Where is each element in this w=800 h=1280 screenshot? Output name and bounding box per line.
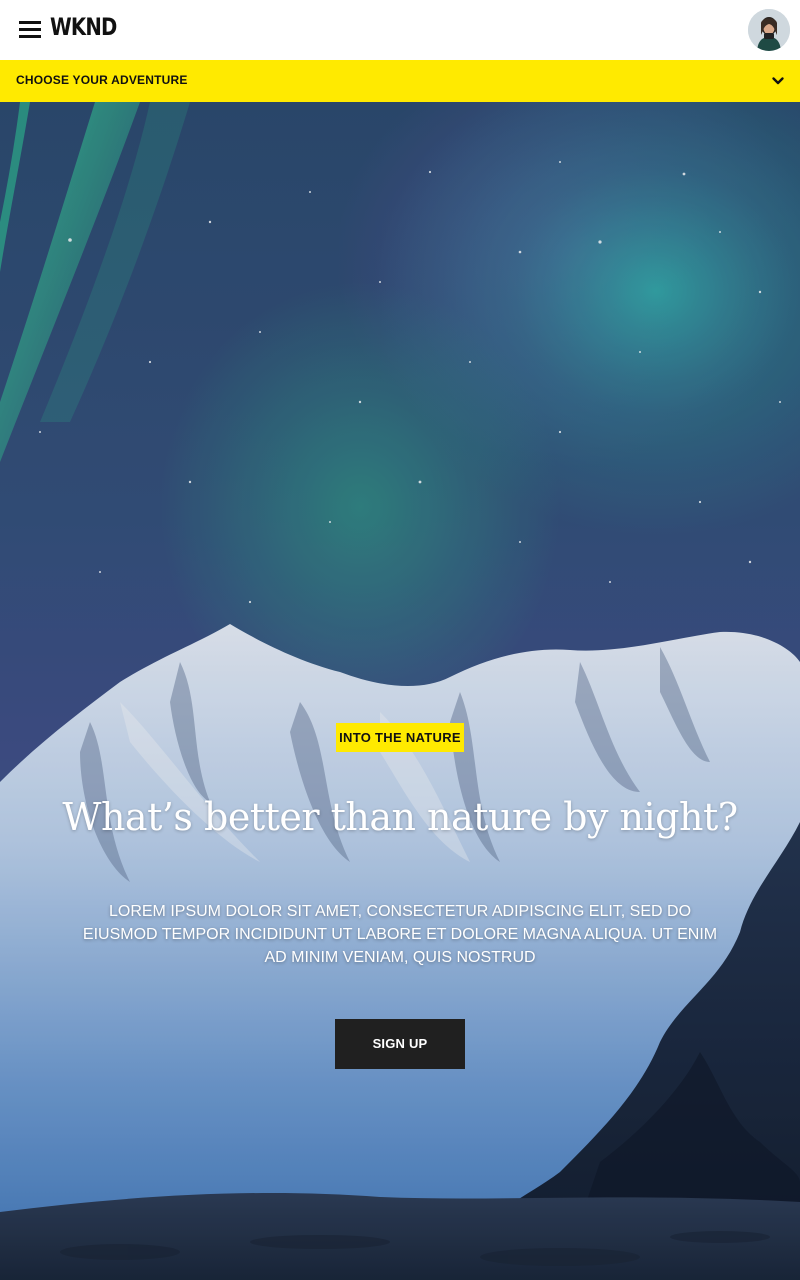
- hero-description: Lorem ipsum dolor sit amet, consectetur …: [82, 903, 718, 966]
- hamburger-menu-icon[interactable]: [18, 18, 42, 42]
- user-avatar[interactable]: [748, 9, 790, 51]
- wknd-logo[interactable]: WKND: [50, 13, 117, 41]
- chevron-down-icon: [772, 77, 784, 85]
- site-header: WKND: [0, 0, 800, 60]
- adventure-dropdown-label: CHOOSE YOUR ADVENTURE: [16, 73, 188, 87]
- avatar-person-icon: [748, 9, 790, 51]
- sign-up-button[interactable]: SIGN UP: [335, 1019, 465, 1069]
- hero-content: INTO THE NATURE What’s better than natur…: [0, 102, 800, 1280]
- hero-title: What’s better than nature by night?: [62, 795, 738, 839]
- category-tag[interactable]: INTO THE NATURE: [336, 723, 464, 752]
- adventure-dropdown[interactable]: CHOOSE YOUR ADVENTURE: [0, 60, 800, 102]
- hero-banner: INTO THE NATURE What’s better than natur…: [0, 102, 800, 1280]
